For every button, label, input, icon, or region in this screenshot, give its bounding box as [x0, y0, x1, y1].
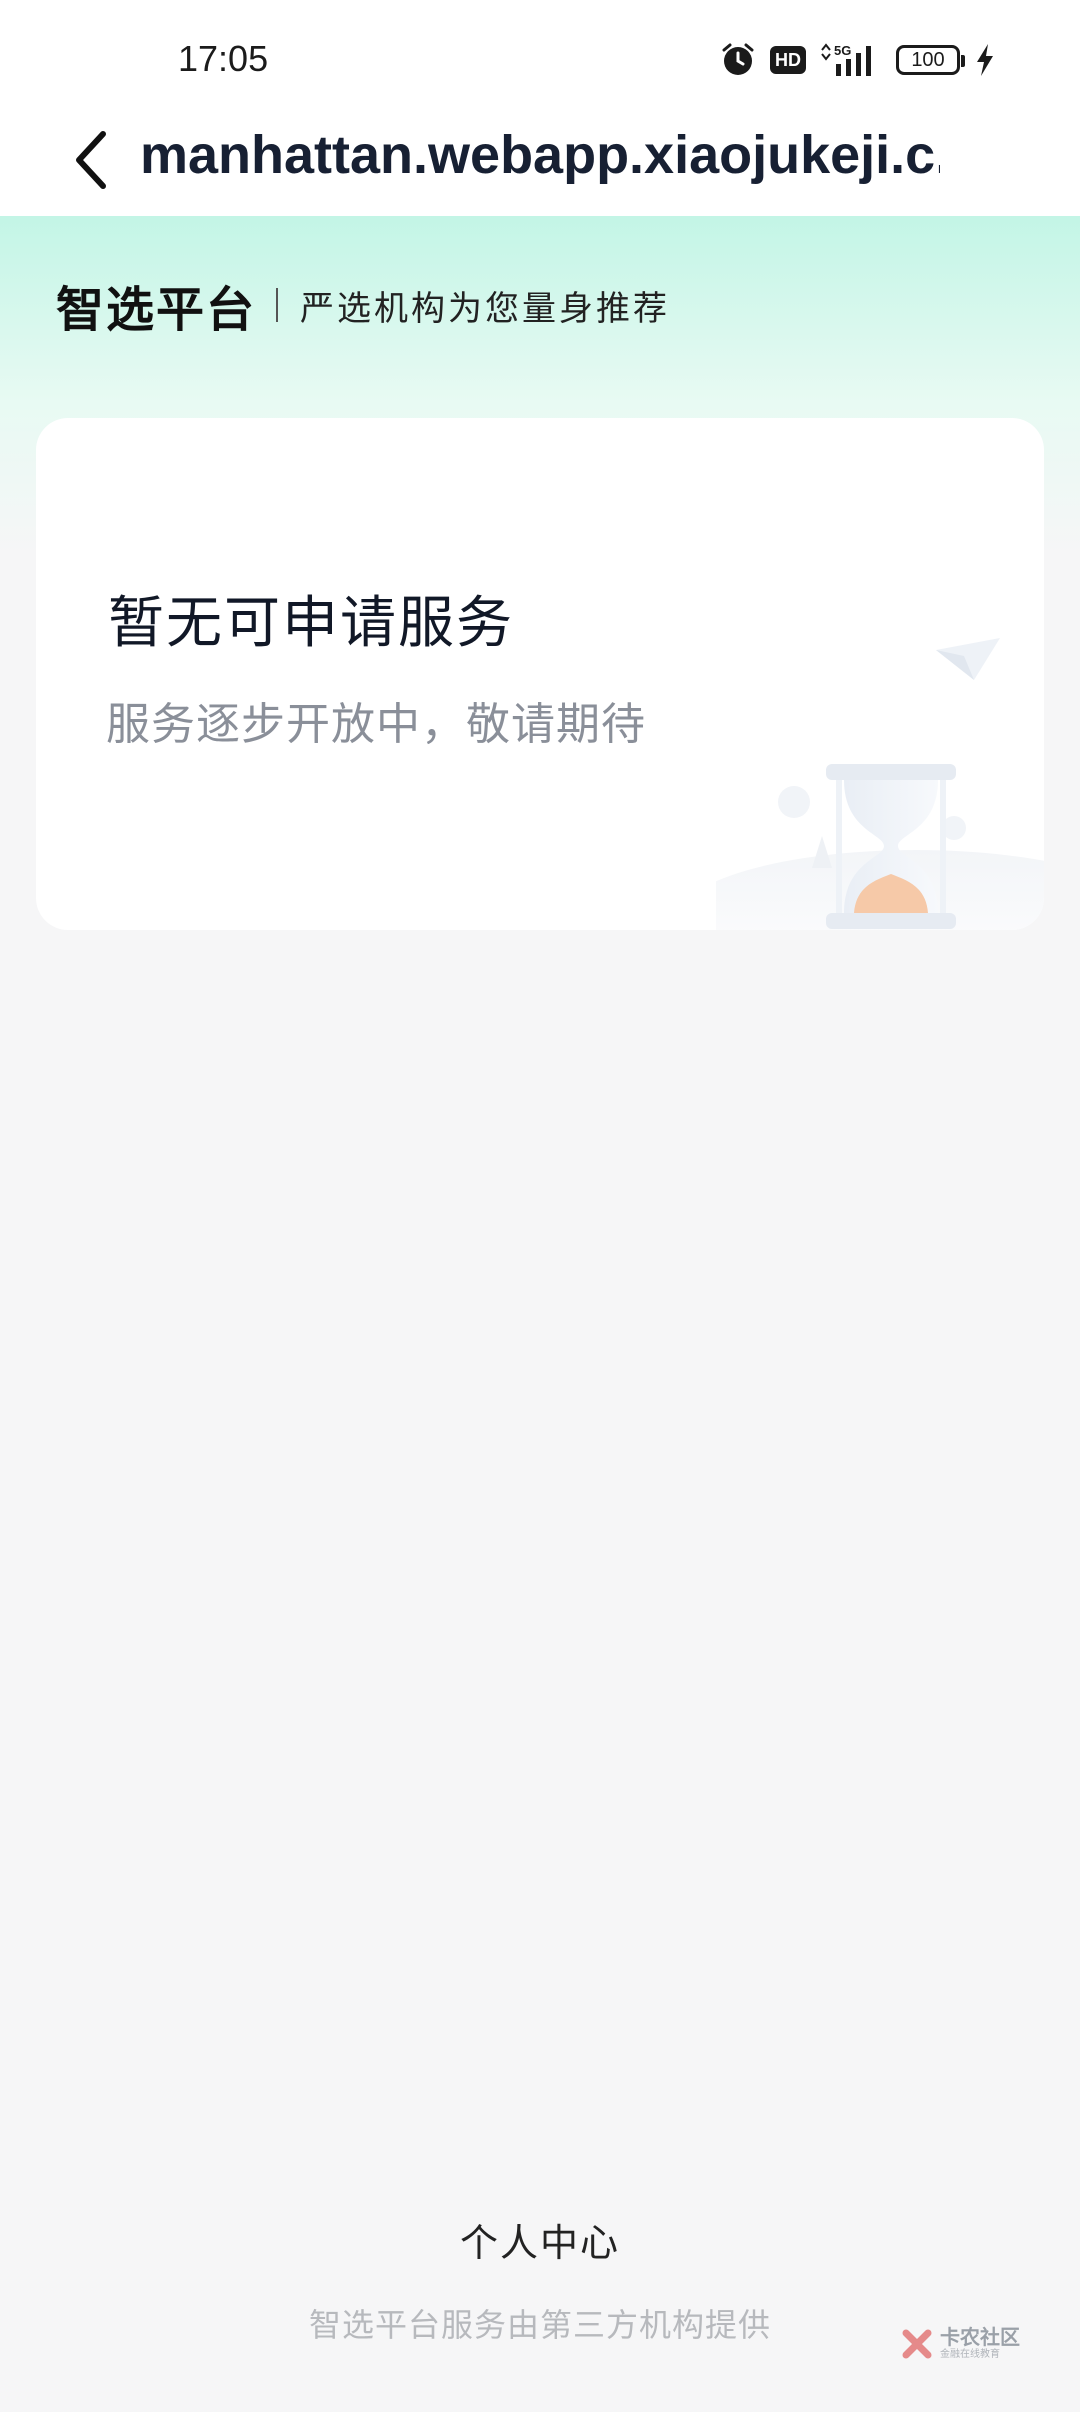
hourglass-icon	[676, 568, 1044, 930]
nav-bar: manhattan.webapp.xiaojukeji.c..	[0, 110, 1080, 216]
empty-state-subtitle: 服务逐步开放中，敬请期待	[106, 699, 646, 750]
brand-divider	[276, 288, 279, 322]
empty-state-card: 暂无可申请服务 服务逐步开放中，敬请期待	[36, 418, 1044, 930]
watermark-logo-icon	[902, 2329, 932, 2359]
signal-icon: 5G	[820, 42, 882, 78]
alarm-icon	[720, 42, 756, 78]
status-icons: HD 5G 100	[720, 40, 996, 80]
battery-icon: 100	[896, 45, 965, 75]
hd-icon: HD	[770, 46, 806, 74]
brand-slogan: 严选机构为您量身推荐	[300, 288, 671, 329]
personal-center-link[interactable]: 个人中心	[0, 2212, 1080, 2267]
empty-state-title: 暂无可申请服务	[108, 591, 514, 656]
watermark-logo: 卡农社区 金融在线教育	[900, 2322, 1030, 2366]
brand-name: 智选平台	[56, 282, 257, 338]
chevron-left-icon[interactable]	[66, 120, 116, 200]
brand-row: 智选平台 严选机构为您量身推荐	[56, 270, 670, 340]
network-label: 5G	[834, 43, 851, 58]
charging-icon	[974, 43, 996, 77]
status-bar: 17:05 HD 5G 100	[0, 0, 1080, 110]
page-url-title: manhattan.webapp.xiaojukeji.c..	[140, 125, 940, 185]
watermark-sub: 金融在线教育	[940, 2349, 1000, 2360]
status-time: 17:05	[178, 38, 269, 79]
watermark-main: 卡农社区	[940, 2325, 1020, 2349]
watermark-text: 卡农社区 金融在线教育	[940, 2326, 1020, 2362]
